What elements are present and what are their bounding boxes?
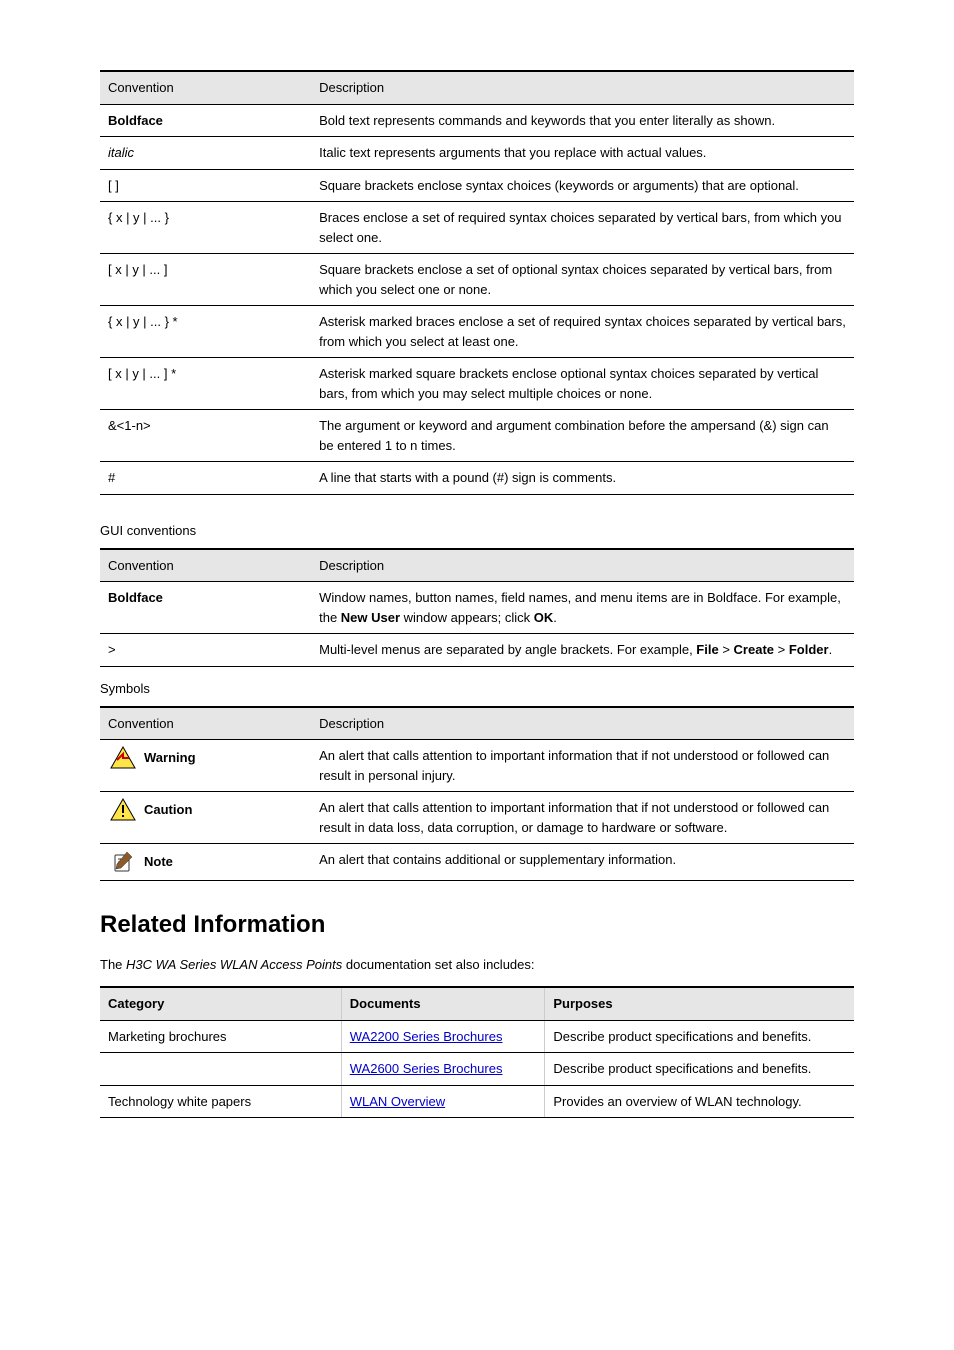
convention-desc: Italic text represents arguments that yo… <box>311 137 854 170</box>
table-header: Category <box>100 987 341 1020</box>
table-row: > Multi-level menus are separated by ang… <box>100 634 854 667</box>
table-row: [ x | y | ... ] Square brackets enclose … <box>100 254 854 306</box>
convention-name: [ x | y | ... ] <box>100 254 311 306</box>
convention-name: # <box>100 462 311 495</box>
related-information-heading: Related Information <box>100 911 854 939</box>
related-paragraph: The H3C WA Series WLAN Access Points doc… <box>100 957 854 972</box>
table-header: Description <box>311 71 854 104</box>
purpose-cell: Provides an overview of WLAN technology. <box>545 1085 854 1118</box>
table-row: &<1-n> The argument or keyword and argum… <box>100 410 854 462</box>
conventions-table: Convention Description Boldface Bold tex… <box>100 70 854 495</box>
warning-icon <box>110 746 136 770</box>
symbol-cell: Caution <box>100 792 311 844</box>
symbol-desc: An alert that calls attention to importa… <box>311 792 854 844</box>
symbol-label: Note <box>144 852 173 872</box>
table-row: Caution An alert that calls attention to… <box>100 792 854 844</box>
table-header: Convention <box>100 707 311 740</box>
convention-desc: Multi-level menus are separated by angle… <box>311 634 854 667</box>
convention-desc: Window names, button names, field names,… <box>311 582 854 634</box>
convention-desc: Braces enclose a set of required syntax … <box>311 202 854 254</box>
table-row: Boldface Window names, button names, fie… <box>100 582 854 634</box>
convention-name: > <box>100 634 311 667</box>
symbol-cell: Note <box>100 844 311 881</box>
convention-name: { x | y | ... } <box>100 202 311 254</box>
gui-conventions-heading: GUI conventions <box>100 523 854 538</box>
symbol-desc: An alert that calls attention to importa… <box>311 740 854 792</box>
table-row: [ x | y | ... ] * Asterisk marked square… <box>100 358 854 410</box>
doc-link[interactable]: WA2600 Series Brochures <box>350 1061 503 1076</box>
document-cell: WA2600 Series Brochures <box>341 1053 545 1086</box>
table-header: Documents <box>341 987 545 1020</box>
category-cell <box>100 1053 341 1086</box>
convention-desc: Square brackets enclose a set of optiona… <box>311 254 854 306</box>
convention-desc: A line that starts with a pound (#) sign… <box>311 462 854 495</box>
table-row: italic Italic text represents arguments … <box>100 137 854 170</box>
table-row: WA2600 Series Brochures Describe product… <box>100 1053 854 1086</box>
convention-desc: The argument or keyword and argument com… <box>311 410 854 462</box>
table-header: Description <box>311 707 854 740</box>
convention-name: { x | y | ... } * <box>100 306 311 358</box>
table-row: [ ] Square brackets enclose syntax choic… <box>100 169 854 202</box>
convention-name: italic <box>100 137 311 170</box>
table-header: Description <box>311 549 854 582</box>
table-row: { x | y | ... } Braces enclose a set of … <box>100 202 854 254</box>
symbol-cell: Warning <box>100 740 311 792</box>
convention-desc: Asterisk marked square brackets enclose … <box>311 358 854 410</box>
purpose-cell: Describe product specifications and bene… <box>545 1053 854 1086</box>
convention-name: Boldface <box>100 582 311 634</box>
doc-link[interactable]: WLAN Overview <box>350 1094 445 1109</box>
symbol-label: Caution <box>144 800 192 820</box>
convention-name: Boldface <box>100 104 311 137</box>
convention-desc: Asterisk marked braces enclose a set of … <box>311 306 854 358</box>
caution-icon <box>110 798 136 822</box>
convention-desc: Bold text represents commands and keywor… <box>311 104 854 137</box>
convention-name: [ ] <box>100 169 311 202</box>
symbols-table: Convention Description Warning <box>100 706 854 882</box>
table-row: Marketing brochures WA2200 Series Brochu… <box>100 1020 854 1053</box>
convention-name: [ x | y | ... ] * <box>100 358 311 410</box>
document-cell: WA2200 Series Brochures <box>341 1020 545 1053</box>
symbol-desc: An alert that contains additional or sup… <box>311 844 854 881</box>
note-icon <box>110 850 136 874</box>
symbol-label: Warning <box>144 748 196 768</box>
category-cell: Marketing brochures <box>100 1020 341 1053</box>
table-row: Technology white papers WLAN Overview Pr… <box>100 1085 854 1118</box>
document-cell: WLAN Overview <box>341 1085 545 1118</box>
convention-desc: Square brackets enclose syntax choices (… <box>311 169 854 202</box>
convention-name: &<1-n> <box>100 410 311 462</box>
table-row: # A line that starts with a pound (#) si… <box>100 462 854 495</box>
doc-link[interactable]: WA2200 Series Brochures <box>350 1029 503 1044</box>
table-row: Boldface Bold text represents commands a… <box>100 104 854 137</box>
symbols-heading: Symbols <box>100 681 854 696</box>
table-row: Warning An alert that calls attention to… <box>100 740 854 792</box>
table-header: Convention <box>100 549 311 582</box>
table-header: Purposes <box>545 987 854 1020</box>
gui-conventions-table: Convention Description Boldface Window n… <box>100 548 854 667</box>
table-row: Note An alert that contains additional o… <box>100 844 854 881</box>
related-docs-table: Category Documents Purposes Marketing br… <box>100 986 854 1118</box>
table-row: { x | y | ... } * Asterisk marked braces… <box>100 306 854 358</box>
purpose-cell: Describe product specifications and bene… <box>545 1020 854 1053</box>
table-header: Convention <box>100 71 311 104</box>
category-cell: Technology white papers <box>100 1085 341 1118</box>
